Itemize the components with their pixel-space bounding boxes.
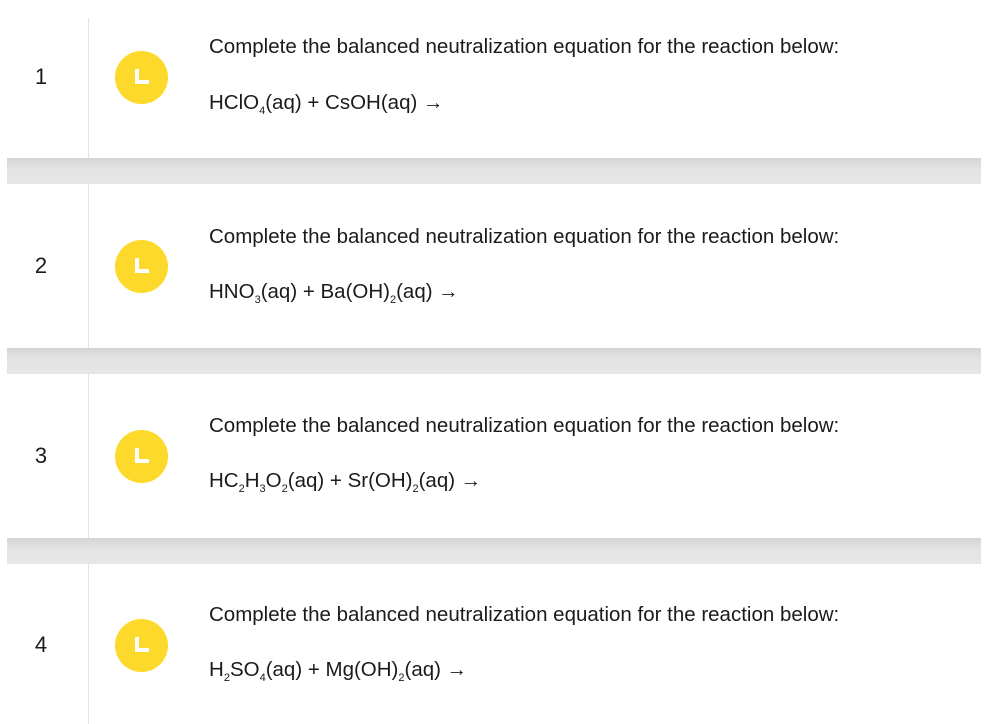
chemical-equation: H2SO4(aq) + Mg(OH)2(aq) → [209,658,468,684]
equation-text: (aq) + Mg(OH) [265,658,399,681]
chemical-equation: HClO4(aq) + CsOH(aq) → [209,91,444,117]
clock-icon [115,430,168,483]
equation-text: O [265,469,282,492]
question-number: 3 [34,443,48,468]
column-divider [88,564,89,724]
equation-text: (aq) → [396,280,459,303]
question-prompt: Complete the balanced neutralization equ… [209,603,840,626]
question-row[interactable]: 4 Complete the balanced neutralization e… [0,564,984,724]
equation-text: HNO [209,280,255,303]
chemical-equation: HNO3(aq) + Ba(OH)2(aq) → [209,280,459,306]
question-prompt: Complete the balanced neutralization equ… [209,35,840,58]
question-row[interactable]: 1 Complete the balanced neutralization e… [0,18,984,158]
clock-icon [115,240,168,293]
column-divider [88,374,89,538]
chemical-equation: HC2H3O2(aq) + Sr(OH)2(aq) → [209,469,482,495]
equation-text: SO [229,658,260,681]
question-number: 4 [34,632,48,657]
clock-icon [115,619,168,672]
row-separator [7,348,981,374]
question-prompt: Complete the balanced neutralization equ… [209,414,840,437]
question-prompt: Complete the balanced neutralization equ… [209,225,840,248]
question-number: 1 [34,64,48,89]
equation-text: H [209,658,224,681]
clock-icon [115,51,168,104]
column-divider [88,184,89,348]
question-list: 1 Complete the balanced neutralization e… [0,0,984,724]
equation-text: H [244,469,260,492]
equation-text: (aq) → [418,469,482,492]
row-separator [7,538,981,564]
equation-text: (aq) + Sr(OH) [287,469,413,492]
question-row[interactable]: 3 Complete the balanced neutralization e… [0,374,984,538]
equation-text: HClO [209,91,260,114]
question-number: 2 [34,253,48,278]
equation-text: (aq) + Ba(OH) [260,280,390,303]
question-row[interactable]: 2 Complete the balanced neutralization e… [0,184,984,348]
equation-text: (aq) + CsOH(aq) → [265,91,444,114]
row-separator [7,158,981,184]
equation-text: (aq) → [404,658,468,681]
equation-text: HC [209,469,239,492]
column-divider [88,18,89,158]
